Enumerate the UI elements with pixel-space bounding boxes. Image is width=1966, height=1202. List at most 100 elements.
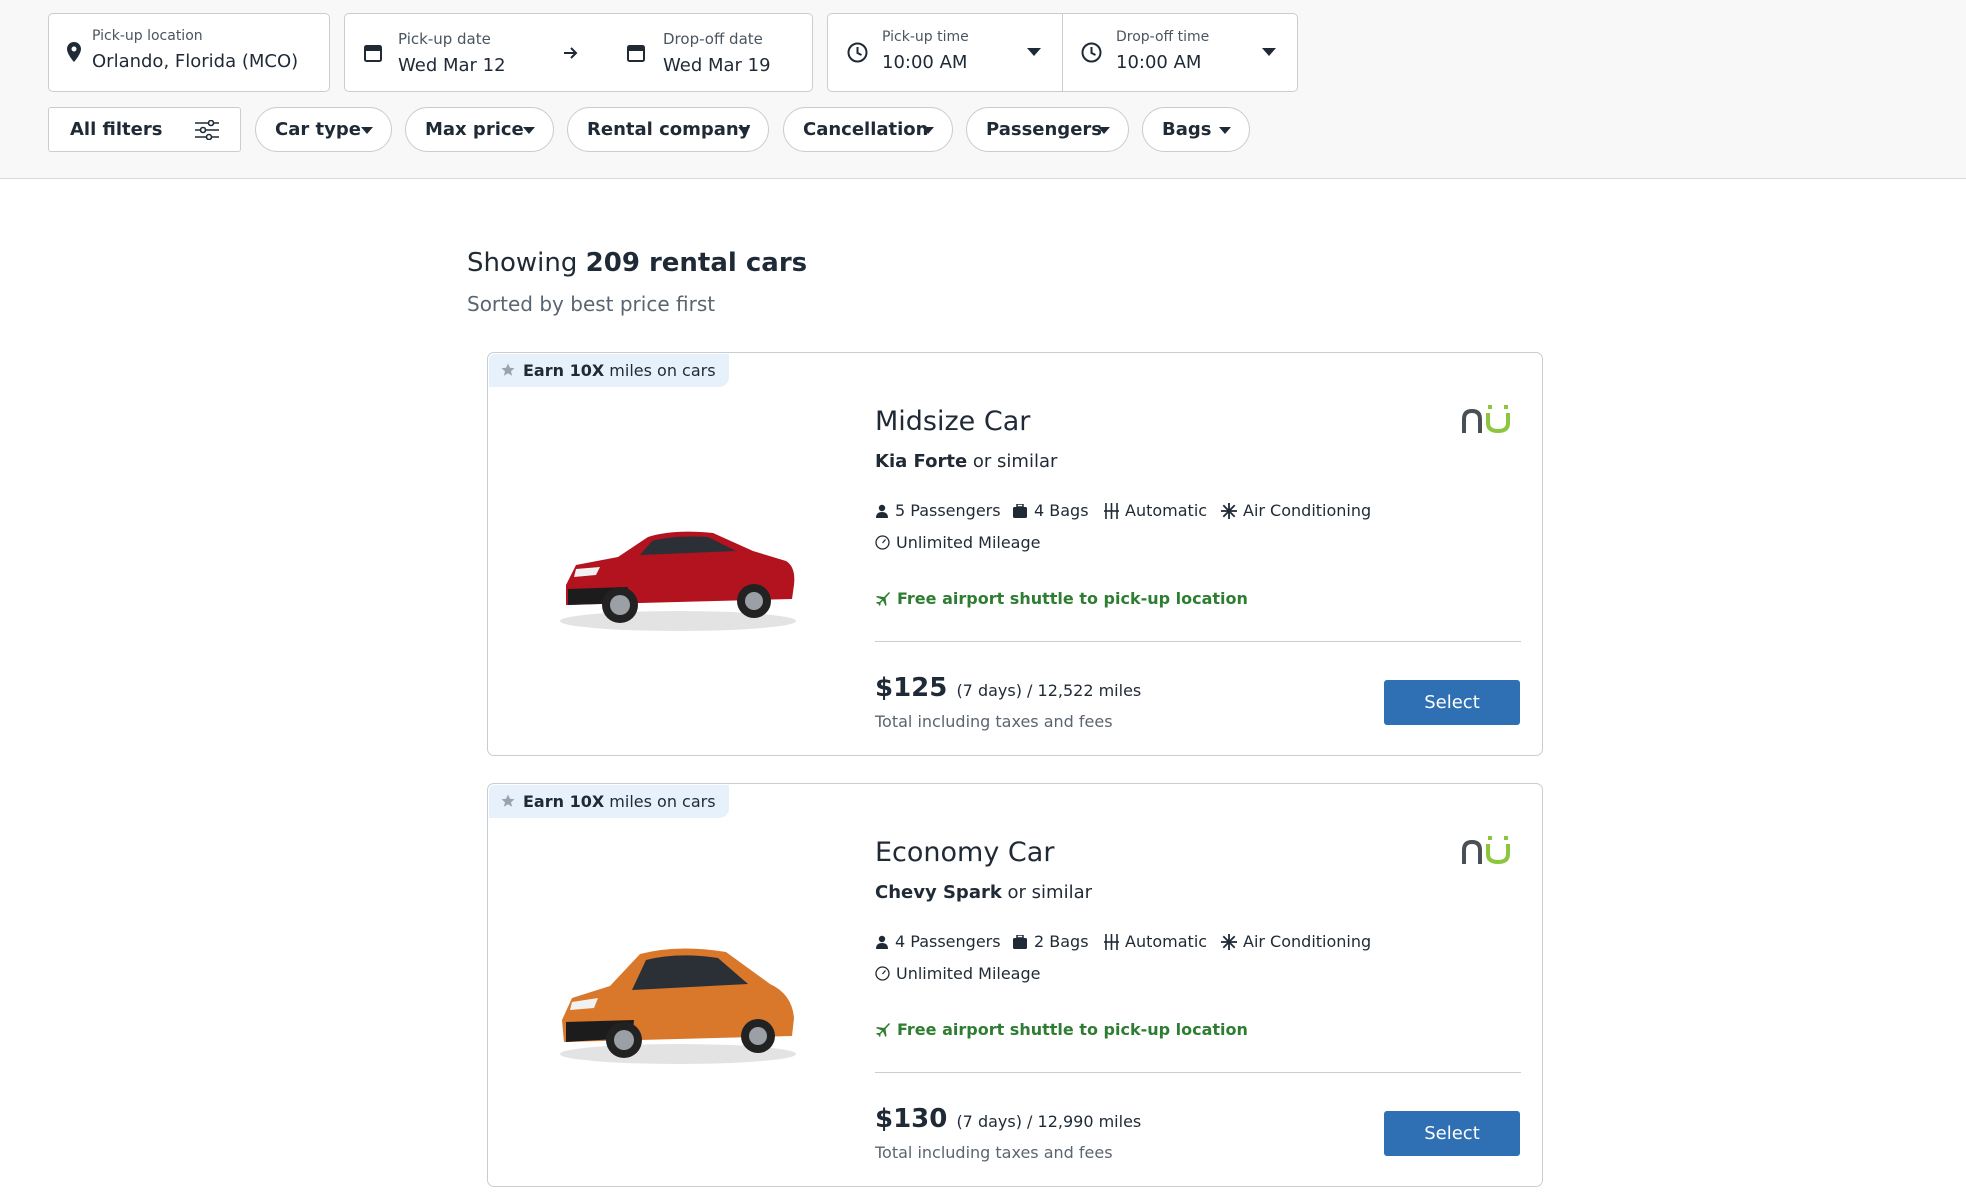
time-range-field: Pick-up time 10:00 AM Drop-off time 10:0… — [827, 13, 1298, 92]
feature-transmission: Automatic — [1104, 932, 1207, 951]
card-divider — [875, 641, 1521, 642]
price: $125 (7 days) / 12,522 miles — [875, 673, 1141, 703]
filter-chip-label: Passengers — [986, 119, 1102, 140]
speedometer-icon — [875, 535, 890, 550]
transmission-text: Automatic — [1125, 932, 1208, 951]
feature-transmission: Automatic — [1104, 501, 1207, 520]
bags-text: 2 Bags — [1034, 932, 1089, 951]
arrow-right-icon — [564, 47, 578, 59]
chevron-down-icon — [1262, 48, 1276, 56]
transmission-icon — [1104, 502, 1119, 519]
airplane-icon — [876, 1023, 890, 1037]
filter-rental-company[interactable]: Rental company — [567, 107, 769, 152]
pickup-date-value: Wed Mar 12 — [398, 55, 506, 76]
car-model-name: Chevy Spark — [875, 882, 1002, 903]
mileage-text: Unlimited Mileage — [896, 964, 1041, 983]
filter-car-type[interactable]: Car type — [255, 107, 392, 152]
dropoff-time-value: 10:00 AM — [1116, 52, 1202, 73]
pickup-time-value: 10:00 AM — [882, 52, 968, 73]
calendar-icon — [364, 45, 382, 62]
feature-passengers: 5 Passengers — [875, 501, 1001, 520]
shuttle-info: Free airport shuttle to pick-up location — [875, 589, 1248, 608]
passengers-text: 5 Passengers — [895, 501, 1001, 520]
feature-bags: 4 Bags — [1012, 501, 1089, 520]
feature-air-conditioning: Air Conditioning — [1221, 932, 1371, 951]
chevron-down-icon — [1027, 48, 1041, 56]
transmission-icon — [1104, 933, 1119, 950]
date-range-field[interactable]: Pick-up date Wed Mar 12 Drop-off date We… — [344, 13, 813, 92]
shuttle-info: Free airport shuttle to pick-up location — [875, 1020, 1248, 1039]
shuttle-text: Free airport shuttle to pick-up location — [897, 589, 1248, 608]
location-pin-icon — [67, 42, 81, 62]
filter-chip-label: Cancellation — [803, 119, 929, 140]
card-divider — [875, 1072, 1521, 1073]
feature-air-conditioning: Air Conditioning — [1221, 501, 1371, 520]
price-total-note: Total including taxes and fees — [875, 712, 1113, 731]
badge-bold: Earn 10X — [523, 792, 605, 811]
calendar-icon — [627, 45, 645, 62]
car-model-suffix: or similar — [972, 451, 1058, 472]
price-amount: $130 — [875, 1104, 948, 1134]
person-icon — [876, 935, 888, 949]
car-model-suffix: or similar — [1007, 882, 1093, 903]
pickup-date-label: Pick-up date — [398, 30, 491, 48]
pickup-time-select[interactable]: Pick-up time 10:00 AM — [828, 14, 1062, 91]
chevron-down-icon — [1219, 127, 1231, 134]
pickup-location-field[interactable]: Pick-up location Orlando, Florida (MCO) — [48, 13, 330, 92]
snowflake-icon — [1221, 502, 1237, 519]
all-filters-label: All filters — [70, 119, 163, 140]
dropoff-date-value: Wed Mar 19 — [663, 55, 771, 76]
feature-mileage: Unlimited Mileage — [875, 964, 1040, 983]
price: $130 (7 days) / 12,990 miles — [875, 1104, 1141, 1134]
price-detail: (7 days) / 12,522 miles — [956, 681, 1142, 700]
car-category-title: Midsize Car — [875, 406, 1031, 437]
bags-text: 4 Bags — [1034, 501, 1089, 520]
sliders-icon — [195, 120, 219, 140]
car-model-name: Kia Forte — [875, 451, 968, 472]
select-button[interactable]: Select — [1384, 1111, 1520, 1156]
all-filters-button[interactable]: All filters — [48, 107, 241, 152]
chevron-down-icon — [361, 127, 373, 134]
select-button[interactable]: Select — [1384, 680, 1520, 725]
badge-bold: Earn 10X — [523, 361, 605, 380]
chevron-down-icon — [1098, 127, 1110, 134]
price-total-note: Total including taxes and fees — [875, 1143, 1113, 1162]
filter-chip-label: Car type — [275, 119, 361, 140]
pickup-location-label: Pick-up location — [92, 28, 203, 44]
miles-badge: Earn 10X miles on cars — [489, 354, 729, 387]
car-model: Chevy Spark or similar — [875, 882, 1092, 903]
shuttle-text: Free airport shuttle to pick-up location — [897, 1020, 1248, 1039]
airplane-icon — [876, 592, 890, 606]
filter-passengers[interactable]: Passengers — [966, 107, 1129, 152]
car-image — [560, 948, 796, 1064]
filter-cancellation[interactable]: Cancellation — [783, 107, 953, 152]
filter-max-price[interactable]: Max price — [405, 107, 554, 152]
price-amount: $125 — [875, 673, 948, 703]
badge-rest: miles on cars — [609, 361, 716, 380]
results-prefix: Showing — [467, 248, 578, 278]
pickup-location-value: Orlando, Florida (MCO) — [92, 51, 299, 72]
dropoff-date-label: Drop-off date — [663, 30, 763, 48]
ac-text: Air Conditioning — [1243, 932, 1372, 951]
search-bar: Pick-up location Orlando, Florida (MCO) … — [0, 0, 1966, 179]
dropoff-time-label: Drop-off time — [1116, 29, 1210, 45]
chevron-down-icon — [523, 127, 535, 134]
feature-bags: 2 Bags — [1012, 932, 1089, 951]
rental-company-logo — [1462, 836, 1510, 865]
price-detail: (7 days) / 12,990 miles — [956, 1112, 1142, 1131]
car-image — [560, 531, 796, 631]
filter-chip-label: Rental company — [587, 119, 751, 140]
chevron-down-icon — [738, 127, 750, 134]
dropoff-time-select[interactable]: Drop-off time 10:00 AM — [1063, 14, 1297, 91]
car-model: Kia Forte or similar — [875, 451, 1057, 472]
filter-bags[interactable]: Bags — [1142, 107, 1250, 152]
badge-rest: miles on cars — [609, 792, 716, 811]
filter-chip-label: Max price — [425, 119, 524, 140]
car-category-title: Economy Car — [875, 837, 1055, 868]
passengers-text: 4 Passengers — [895, 932, 1001, 951]
snowflake-icon — [1221, 933, 1237, 950]
luggage-icon — [1013, 934, 1027, 949]
mileage-text: Unlimited Mileage — [896, 533, 1041, 552]
pickup-time-label: Pick-up time — [882, 29, 969, 45]
filter-chip-label: Bags — [1162, 119, 1212, 140]
